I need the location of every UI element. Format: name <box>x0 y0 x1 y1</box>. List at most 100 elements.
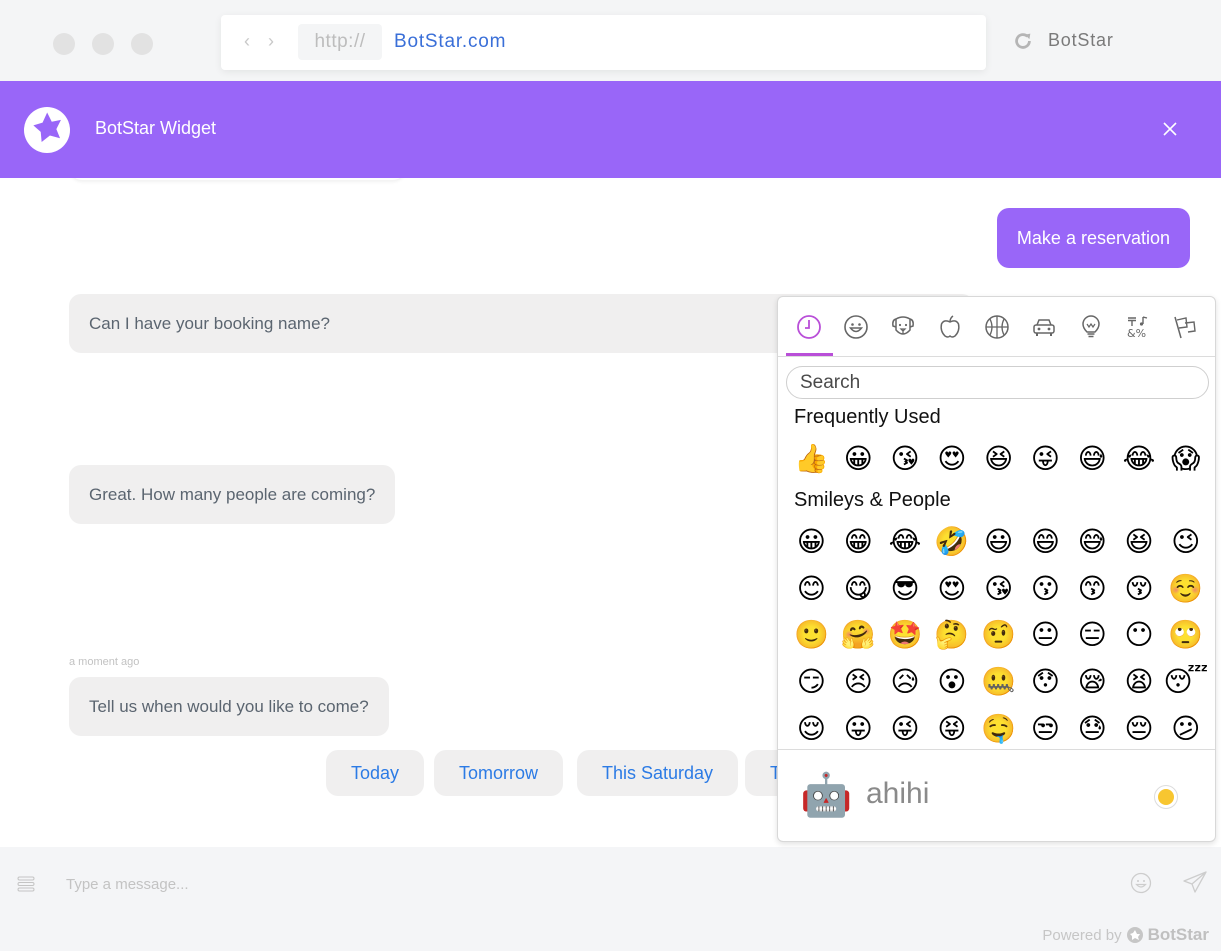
emoji-item[interactable]: ☺️ <box>1162 566 1209 613</box>
menu-icon[interactable] <box>17 875 35 893</box>
emoji-item[interactable]: 🤔 <box>928 612 975 659</box>
emoji-item[interactable]: 😓 <box>1069 706 1116 747</box>
skin-tone-selector[interactable] <box>1154 785 1178 809</box>
address-bar[interactable]: ‹ › http:// BotStar.com <box>221 15 986 70</box>
emoji-item[interactable]: 😥 <box>882 659 929 706</box>
emoji-item[interactable]: 🤣 <box>928 519 975 566</box>
botstar-small-logo-icon <box>1126 927 1143 943</box>
emoji-item[interactable]: 😐 <box>1022 612 1069 659</box>
emoji-button-icon[interactable] <box>1130 872 1152 894</box>
emoji-search-input[interactable] <box>786 366 1209 399</box>
user-message: Make a reservation <box>996 208 1190 268</box>
emoji-item[interactable]: 😆 <box>1116 519 1163 566</box>
emoji-item[interactable]: 😫 <box>1116 659 1163 706</box>
category-frequently-used[interactable] <box>794 312 824 342</box>
bot-message: Great. How many people are coming? <box>69 465 396 524</box>
emoji-item[interactable]: 🤐 <box>975 659 1022 706</box>
forward-icon[interactable]: › <box>268 31 274 52</box>
emoji-item[interactable]: 😋 <box>835 566 882 613</box>
emoji-item[interactable]: 👍 <box>788 436 835 483</box>
emoji-item[interactable]: 😘 <box>975 566 1022 613</box>
category-symbols[interactable]: &% <box>1123 312 1153 342</box>
url-domain[interactable]: BotStar.com <box>394 24 506 60</box>
emoji-item[interactable]: 😛 <box>835 706 882 747</box>
clock-icon <box>797 315 821 339</box>
emoji-item[interactable]: 😙 <box>1069 566 1116 613</box>
skin-tone-swatch <box>1158 789 1174 805</box>
back-icon[interactable]: ‹ <box>244 31 250 52</box>
emoji-item[interactable]: 😅 <box>1069 519 1116 566</box>
emoji-item[interactable]: 😊 <box>788 566 835 613</box>
previous-message-edge <box>70 178 405 180</box>
powered-by-brand: BotStar <box>1147 925 1209 944</box>
window-maximize-dot[interactable] <box>131 33 153 55</box>
widget-header: BotStar Widget <box>0 81 1221 178</box>
emoji-item[interactable]: 😘 <box>882 436 929 483</box>
bot-message: Tell us when would you like to come? <box>69 677 389 736</box>
emoji-item[interactable]: 😮 <box>928 659 975 706</box>
close-icon[interactable] <box>1160 119 1180 139</box>
reload-icon[interactable] <box>1012 30 1034 52</box>
emoji-item[interactable]: 😯 <box>1022 659 1069 706</box>
emoji-item[interactable]: 😉 <box>1162 519 1209 566</box>
emoji-item[interactable]: 😪 <box>1069 659 1116 706</box>
emoji-item[interactable]: 😍 <box>928 566 975 613</box>
emoji-item[interactable]: 😣 <box>835 659 882 706</box>
emoji-category-bar: &% <box>778 297 1215 357</box>
emoji-item[interactable]: 😴 <box>1162 659 1209 706</box>
emoji-item[interactable]: 😶 <box>1116 612 1163 659</box>
emoji-item[interactable]: 🙂 <box>788 612 835 659</box>
emoji-item[interactable]: 😜 <box>1022 436 1069 483</box>
category-activity[interactable] <box>982 312 1012 342</box>
emoji-item[interactable]: 😁 <box>835 519 882 566</box>
section-title-smileys-people: Smileys & People <box>794 489 951 511</box>
category-smileys-people[interactable] <box>841 312 871 342</box>
window-minimize-dot[interactable] <box>92 33 114 55</box>
emoji-item[interactable]: 😕 <box>1162 706 1209 747</box>
window-close-dot[interactable] <box>53 33 75 55</box>
category-objects[interactable] <box>1076 312 1106 342</box>
emoji-item[interactable]: 😄 <box>1022 519 1069 566</box>
powered-by[interactable]: Powered by BotStar <box>1042 925 1209 945</box>
emoji-item[interactable]: 😏 <box>788 659 835 706</box>
send-icon[interactable] <box>1182 870 1208 894</box>
emoji-item[interactable]: 🤩 <box>882 612 929 659</box>
emoji-item[interactable]: 🤗 <box>835 612 882 659</box>
powered-by-label: Powered by <box>1042 926 1122 944</box>
emoji-item[interactable]: 🤤 <box>975 706 1022 747</box>
emoji-item[interactable]: 😱 <box>1162 436 1209 483</box>
emoji-item[interactable]: 😌 <box>788 706 835 747</box>
emoji-item[interactable]: 😒 <box>1022 706 1069 747</box>
emoji-item[interactable]: 😃 <box>975 519 1022 566</box>
basketball-icon <box>985 315 1009 339</box>
emoji-item[interactable]: 😅 <box>1069 436 1116 483</box>
svg-text:&%: &% <box>1127 327 1146 340</box>
emoji-item[interactable]: 😔 <box>1116 706 1163 747</box>
category-travel-places[interactable] <box>1029 312 1059 342</box>
emoji-item[interactable]: 😂 <box>882 519 929 566</box>
emoji-item[interactable]: 😝 <box>928 706 975 747</box>
emoji-item[interactable]: 😀 <box>788 519 835 566</box>
category-flags[interactable] <box>1170 312 1200 342</box>
message-input[interactable] <box>66 871 966 897</box>
emoji-item[interactable]: 😀 <box>835 436 882 483</box>
emoji-item[interactable]: 😑 <box>1069 612 1116 659</box>
emoji-item[interactable]: 😂 <box>1116 436 1163 483</box>
quick-reply-tomorrow[interactable]: Tomorrow <box>434 750 564 796</box>
emoji-item[interactable]: 🤨 <box>975 612 1022 659</box>
emoji-item[interactable]: 🙄 <box>1162 612 1209 659</box>
emoji-item[interactable]: 😆 <box>975 436 1022 483</box>
quick-reply-today[interactable]: Today <box>326 750 425 796</box>
emoji-grid-frequently-used: 👍 😀 😘 😍 😆 😜 😅 😂 😱 <box>788 436 1209 483</box>
emoji-item[interactable]: 😎 <box>882 566 929 613</box>
emoji-item[interactable]: 😍 <box>928 436 975 483</box>
smiley-icon <box>844 315 868 339</box>
emoji-item[interactable]: 😚 <box>1116 566 1163 613</box>
emoji-grid-smileys-people: 😀 😁 😂 🤣 😃 😄 😅 😆 😉 😊 😋 😎 😍 😘 😗 😙 😚 ☺️ 🙂 🤗 🤩 🤔 🤨 😐 😑 😶 🙄 😏 😣 😥 😮 🤐 😯 😪 😫 😴 😌 😛 😜… <box>788 519 1209 747</box>
category-food-drink[interactable] <box>935 312 965 342</box>
emoji-item[interactable]: 😗 <box>1022 566 1069 613</box>
category-animals-nature[interactable] <box>888 312 918 342</box>
quick-reply-this-saturday[interactable]: This Saturday <box>577 750 739 796</box>
emoji-item[interactable]: 😜 <box>882 706 929 747</box>
active-category-indicator <box>786 353 833 356</box>
